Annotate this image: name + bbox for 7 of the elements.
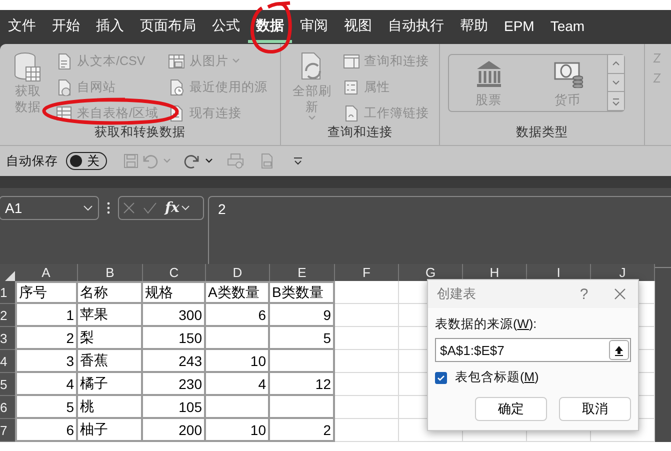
dialog-title: 创建表 xyxy=(437,285,477,303)
group-label: 获取和转换数据 xyxy=(93,124,186,141)
field-label: 表数据的来源(W): xyxy=(435,316,538,333)
cell-reference: A1 xyxy=(5,200,22,216)
autosave-label: 自动保存 xyxy=(6,152,58,170)
group-label: 查询和连接 xyxy=(326,124,394,141)
group-label: 数据类型 xyxy=(515,124,570,141)
